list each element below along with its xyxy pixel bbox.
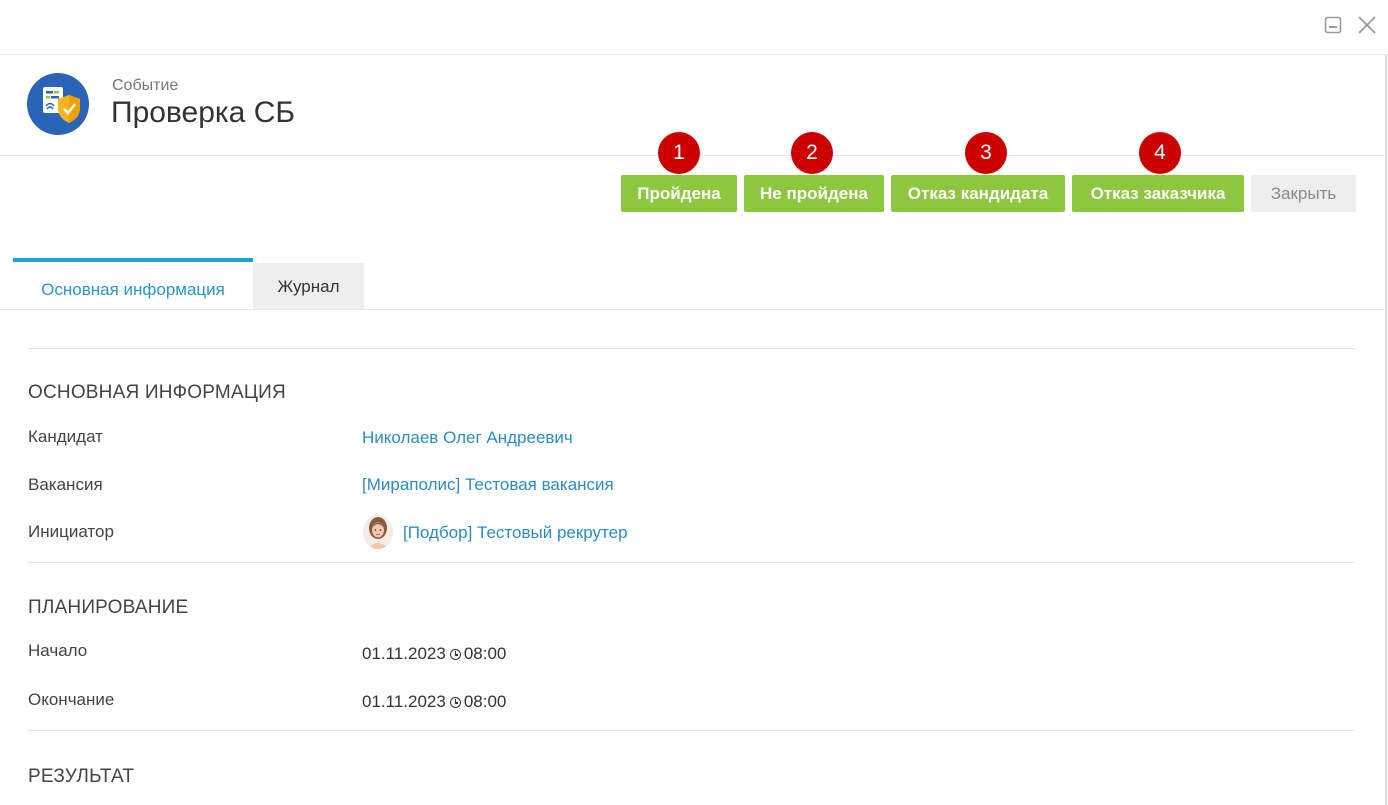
section-divider: [28, 730, 1355, 731]
initiator-label: Инициатор: [28, 522, 114, 541]
passed-button[interactable]: Пройдена: [621, 175, 737, 212]
security-check-icon: [27, 73, 89, 135]
section-divider: [28, 562, 1355, 563]
section-divider: [28, 348, 1355, 349]
annotation-badge-3: 3: [965, 132, 1007, 174]
annotation-badge-2: 2: [791, 132, 833, 174]
clock-icon: [449, 649, 461, 660]
start-datetime: 01.11.2023 08:00: [362, 644, 506, 664]
end-date: 01.11.2023: [362, 692, 446, 711]
tab-journal[interactable]: Журнал: [253, 263, 364, 309]
candidate-refusal-button[interactable]: Отказ кандидата: [891, 175, 1065, 212]
section-title-main-info: ОСНОВНАЯ ИНФОРМАЦИЯ: [28, 382, 286, 403]
avatar: [363, 515, 393, 549]
section-title-result: РЕЗУЛЬТАТ: [28, 766, 135, 787]
clock-icon: [449, 697, 461, 708]
close-icon[interactable]: [1356, 14, 1378, 36]
initiator-link[interactable]: [Подбор] Тестовый рекрутер: [403, 523, 628, 543]
close-button[interactable]: Закрыть: [1251, 175, 1356, 212]
window-topbar: [0, 0, 1388, 55]
end-label: Окончание: [28, 690, 115, 709]
annotation-badge-1: 1: [658, 132, 700, 174]
page-title: Проверка СБ: [111, 96, 296, 129]
vacancy-label: Вакансия: [28, 475, 103, 494]
vacancy-link[interactable]: [Мираполис] Тестовая вакансия: [362, 475, 614, 495]
section-title-planning: ПЛАНИРОВАНИЕ: [28, 597, 189, 618]
annotation-badge-4: 4: [1139, 132, 1181, 174]
end-time: 08:00: [463, 692, 507, 711]
candidate-link[interactable]: Николаев Олег Андреевич: [362, 428, 573, 448]
customer-refusal-button[interactable]: Отказ заказчика: [1072, 175, 1244, 212]
candidate-label: Кандидат: [28, 427, 103, 446]
start-label: Начало: [28, 641, 88, 660]
minimize-icon[interactable]: [1322, 14, 1344, 36]
start-time: 08:00: [463, 644, 507, 663]
scrollbar[interactable]: [1385, 55, 1387, 805]
event-type-label: Событие: [112, 77, 179, 94]
tab-main-info[interactable]: Основная информация: [13, 258, 253, 313]
end-datetime: 01.11.2023 08:00: [362, 692, 506, 712]
tabs-divider: [0, 309, 1386, 310]
start-date: 01.11.2023: [362, 644, 446, 663]
not-passed-button[interactable]: Не пройдена: [744, 175, 884, 212]
